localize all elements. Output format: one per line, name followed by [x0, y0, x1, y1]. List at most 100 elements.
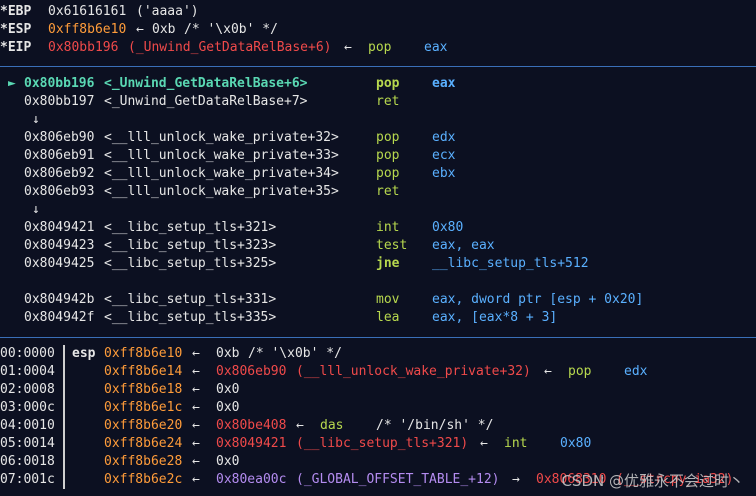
operands: eax, eax — [432, 238, 495, 253]
stack-offset: 04:0010 — [0, 418, 55, 433]
stack-value: 0x0 — [216, 454, 240, 469]
stack-value: 0x0 — [216, 400, 240, 415]
mnemonic: das — [320, 418, 344, 433]
symbol: (__lll_unlock_wake_private+32) — [296, 364, 531, 379]
instruction-address: 0x8049423 — [24, 238, 95, 253]
disasm-row: 0x806eb93 <__lll_unlock_wake_private+35> r… — [0, 183, 756, 201]
stack-row: 05:0014 0xff8b6e24 ← 0x8049421 (__libc_setup… — [0, 435, 756, 453]
disasm-row: 0x80bb197 <_Unwind_GetDataRelBase+7> ret — [0, 93, 756, 111]
stack-address: 0xff8b6e1c — [104, 400, 183, 415]
stack-address: 0xff8b6e18 — [104, 382, 183, 397]
mnemonic: pop — [376, 76, 400, 91]
mnemonic: lea — [376, 310, 400, 325]
disasm-row: 0x8049425 <__libc_setup_tls+325> jne __libc… — [0, 255, 756, 273]
operand: 0x80 — [560, 436, 592, 451]
disasm-row: ↓ — [0, 201, 756, 219]
deref-value: 0xb — [152, 22, 176, 37]
mnemonic: int — [504, 436, 528, 451]
stack-address: 0xff8b6e28 — [104, 454, 183, 469]
operands: 0x80 — [432, 220, 464, 235]
mnemonic: pop — [376, 148, 400, 163]
operands: ecx — [432, 148, 456, 163]
arrow-icon: ← — [296, 418, 304, 433]
instruction-symbol: <__lll_unlock_wake_private+32> — [104, 130, 339, 145]
stack-value: 0x0 — [216, 382, 240, 397]
mnemonic: test — [376, 238, 408, 253]
instruction-address: 0x806eb93 — [24, 184, 95, 199]
register-name: *EIP — [0, 40, 32, 55]
mnemonic: pop — [568, 364, 592, 379]
stack-row: 01:0004 0xff8b6e14 ← 0x806eb90 (__lll_unlock… — [0, 363, 756, 381]
stack-value: 0x806eb90 — [216, 364, 287, 379]
mnemonic: pop — [376, 130, 400, 145]
register-row: *ESP 0xff8b6e10 ← 0xb /* '\x0b' */ — [0, 21, 756, 39]
comment: /* '/bin/sh' */ — [376, 418, 494, 433]
instruction-address: 0x804942f — [24, 310, 95, 325]
operand: eax — [424, 40, 448, 55]
stack-row: 06:0018 0xff8b6e28 ← 0x0 — [0, 453, 756, 471]
instruction-address: 0x8049421 — [24, 220, 95, 235]
stack-address: 0xff8b6e2c — [104, 472, 183, 487]
instruction-address: 0x804942b — [24, 292, 95, 307]
register-value: 0x61616161 — [48, 4, 127, 19]
stack-address: 0xff8b6e20 — [104, 418, 183, 433]
pane-divider — [0, 66, 756, 67]
instruction-symbol: <__libc_setup_tls+321> — [104, 220, 277, 235]
jump-arrow-icon: ↓ — [32, 112, 40, 127]
arrow-icon: ← — [344, 40, 352, 55]
mnemonic: pop — [368, 40, 392, 55]
stack-value: 0x8049421 — [216, 436, 287, 451]
disasm-row: 0x806eb92 <__lll_unlock_wake_private+34> p… — [0, 165, 756, 183]
mnemonic: mov — [376, 292, 400, 307]
operands: eax — [432, 76, 456, 91]
instruction-address: 0x806eb90 — [24, 130, 95, 145]
arrow-icon: ← — [192, 400, 200, 415]
instruction-symbol: <_Unwind_GetDataRelBase+7> — [104, 94, 308, 109]
comment: /* '\x0b' */ — [248, 346, 342, 361]
stack-register: esp — [72, 346, 96, 361]
instruction-symbol: <__libc_setup_tls+335> — [104, 310, 277, 325]
stack-offset: 03:000c — [0, 400, 55, 415]
arrow-icon: ← — [192, 382, 200, 397]
arrow-icon: ← — [192, 346, 200, 361]
operands: eax, [eax*8 + 3] — [432, 310, 558, 325]
instruction-symbol: <__lll_unlock_wake_private+35> — [104, 184, 339, 199]
instruction-symbol: <__lll_unlock_wake_private+33> — [104, 148, 339, 163]
stack-row: 02:0008 0xff8b6e18 ← 0x0 — [0, 381, 756, 399]
operands: eax, dword ptr [esp + 0x20] — [432, 292, 644, 307]
disasm-row: 0x806eb91 <__lll_unlock_wake_private+33> p… — [0, 147, 756, 165]
mnemonic: pop — [376, 166, 400, 181]
mnemonic: jne — [376, 256, 400, 271]
register-name: *ESP — [0, 22, 32, 37]
instruction-address: 0x8049425 — [24, 256, 95, 271]
symbol: (_Unwind_GetDataRelBase+6) — [128, 40, 332, 55]
arrow-icon: ← — [192, 364, 200, 379]
disasm-row: 0x8049421 <__libc_setup_tls+321> int 0x80 — [0, 219, 756, 237]
stack-offset: 01:0004 — [0, 364, 55, 379]
arrow-icon: ← — [480, 436, 488, 451]
mnemonic: ret — [376, 184, 400, 199]
watermark: CSDN @优雅永不会过时丶 — [561, 472, 744, 490]
stack-offset: 05:0014 — [0, 436, 55, 451]
disasm-row: ► 0x80bb196 <_Unwind_GetDataRelBase+6> pop e… — [0, 75, 756, 93]
disasm-row: 0x8049423 <__libc_setup_tls+323> test eax, … — [0, 237, 756, 255]
stack-address: 0xff8b6e10 — [104, 346, 183, 361]
arrow-icon: ← — [192, 472, 200, 487]
jump-arrow-icon: ↓ — [32, 202, 40, 217]
arrow-icon: ← — [544, 364, 552, 379]
register-name: *EBP — [0, 4, 32, 19]
stack-value: 0x80ea00c — [216, 472, 287, 487]
register-note: ('aaaa') — [136, 4, 199, 19]
arrow-icon: ← — [192, 454, 200, 469]
instruction-address: 0x806eb91 — [24, 148, 95, 163]
register-value: 0x80bb196 — [48, 40, 119, 55]
mnemonic: int — [376, 220, 400, 235]
disasm-row — [0, 273, 756, 291]
stack-value: 0x80be408 — [216, 418, 287, 433]
instruction-symbol: <__lll_unlock_wake_private+34> — [104, 166, 339, 181]
current-instruction-marker-icon: ► — [8, 76, 16, 91]
instruction-symbol: <__libc_setup_tls+331> — [104, 292, 277, 307]
stack-address: 0xff8b6e24 — [104, 436, 183, 451]
arrow-icon: ← — [136, 22, 144, 37]
disasm-row: 0x804942b <__libc_setup_tls+331> mov eax, d… — [0, 291, 756, 309]
